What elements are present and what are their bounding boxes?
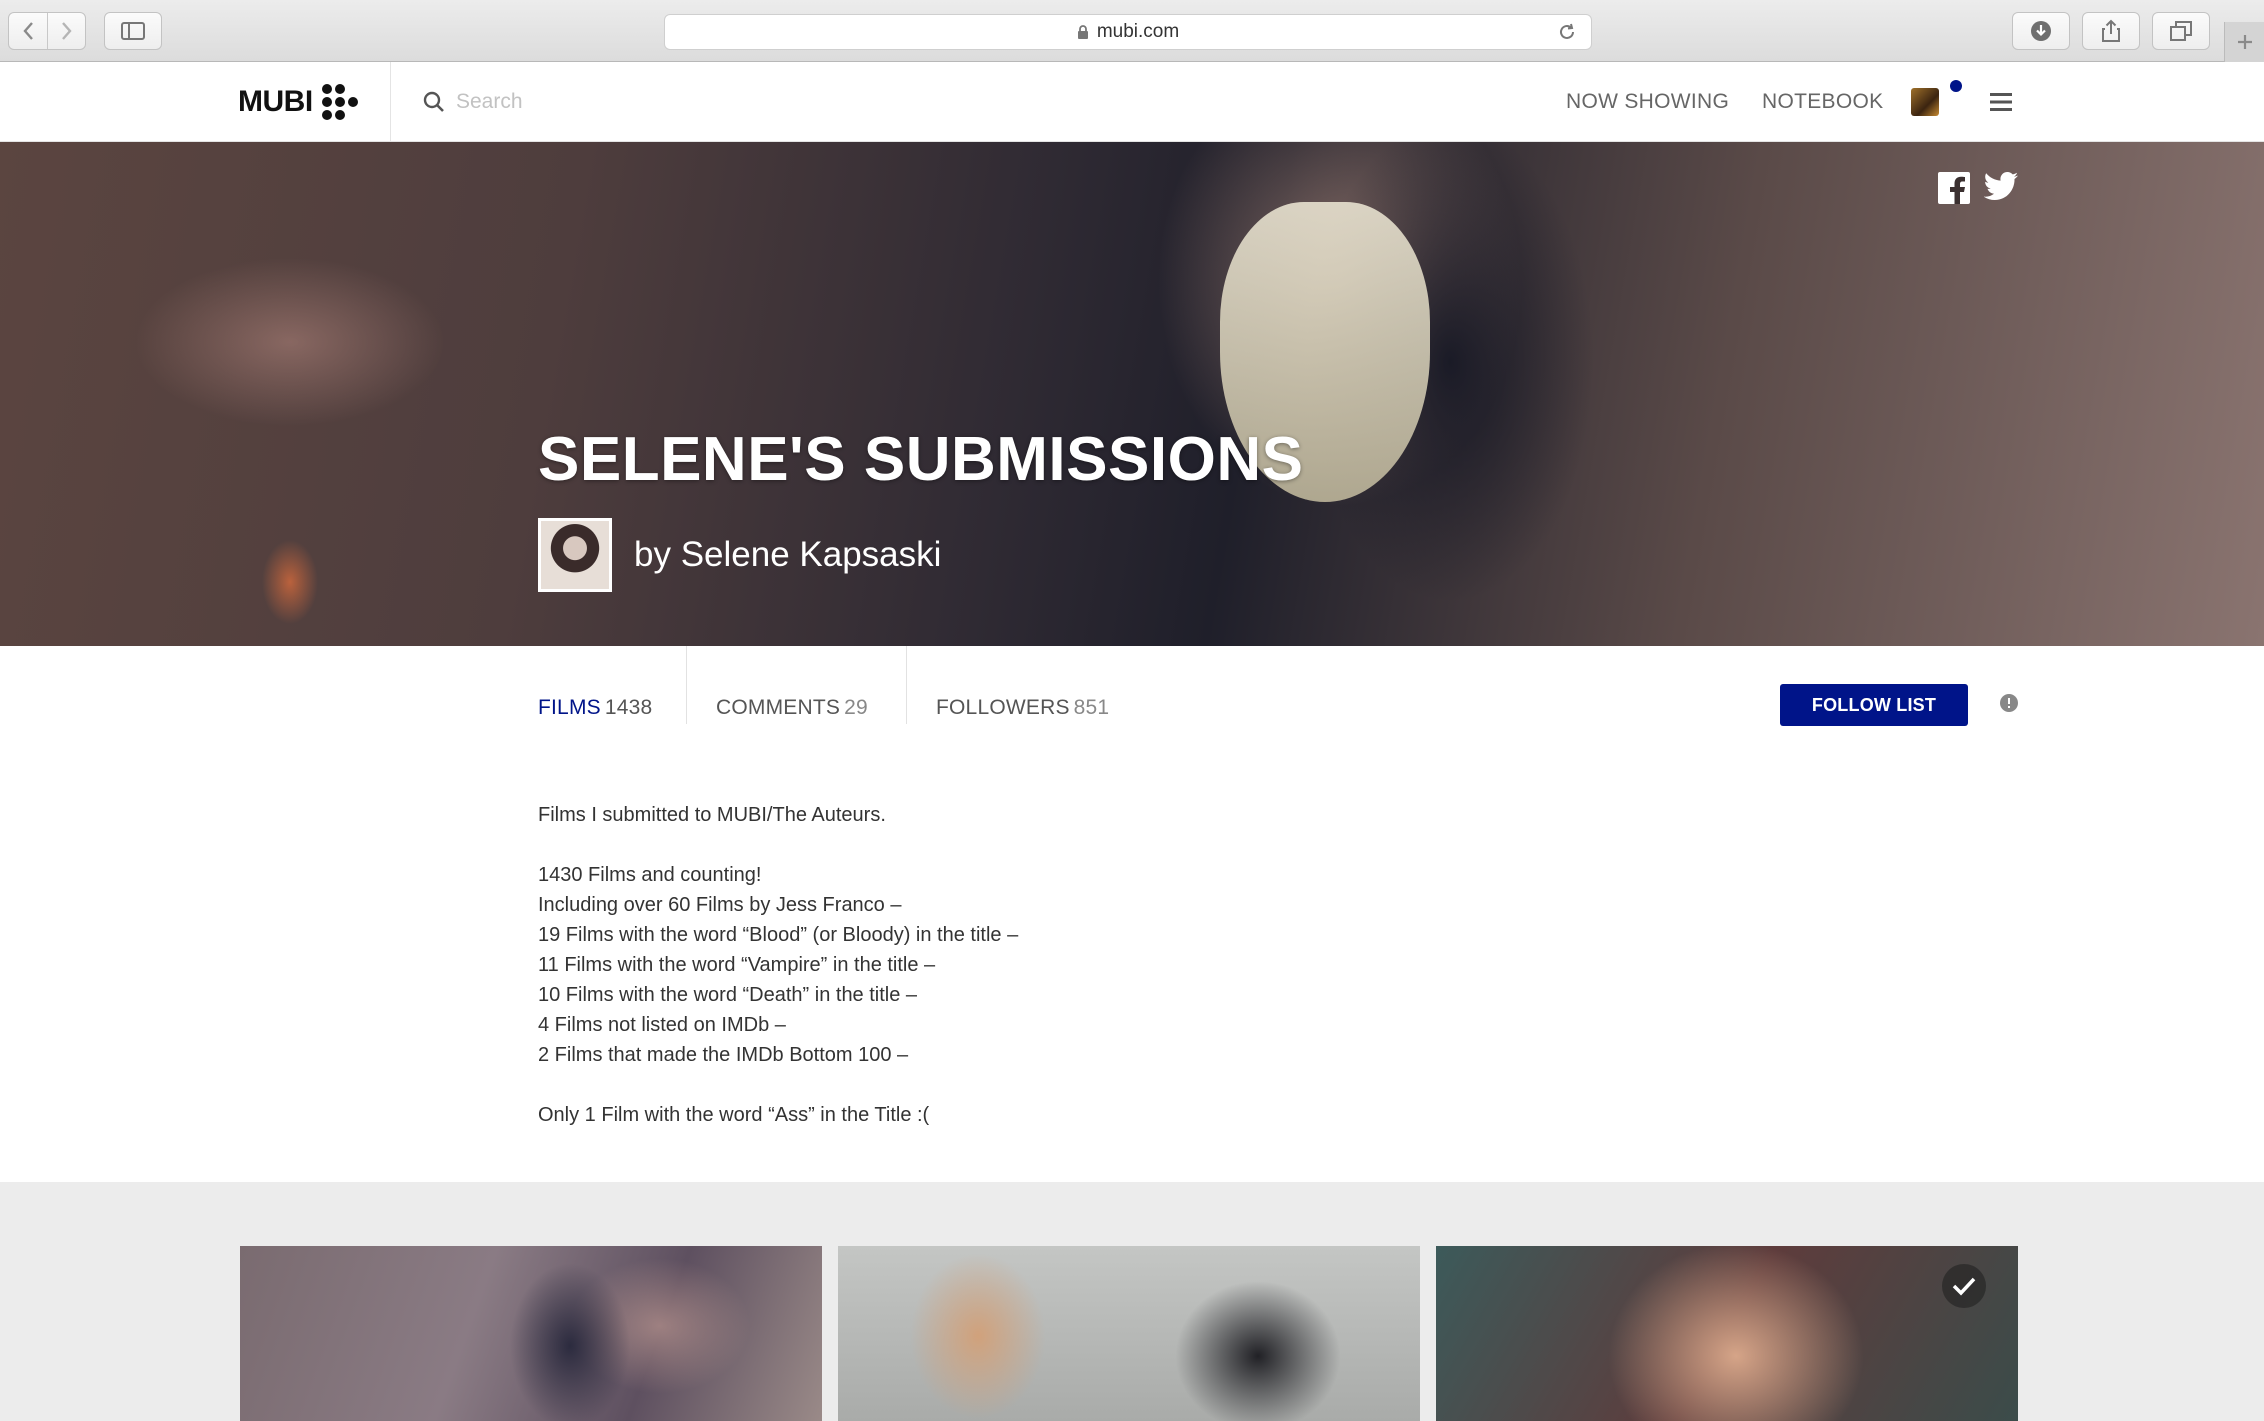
nav-now-showing[interactable]: NOW SHOWING	[1566, 90, 1729, 114]
search-icon	[423, 91, 444, 112]
downloads-button[interactable]	[2012, 12, 2070, 50]
tab-comments[interactable]: COMMENTS 29	[716, 696, 868, 720]
hero-image-figure	[1100, 142, 1800, 646]
list-title: SELENE'S SUBMISSIONS	[538, 425, 1304, 494]
back-button[interactable]	[9, 13, 47, 49]
tabs-icon	[2170, 21, 2192, 41]
author-avatar[interactable]	[538, 518, 612, 592]
checkmark-icon	[1952, 1277, 1976, 1296]
description-line: Only 1 Film with the word “Ass” in the T…	[538, 1104, 930, 1126]
description-line: Including over 60 Films by Jess Franco –	[538, 894, 902, 916]
share-icon	[2102, 19, 2120, 42]
reload-icon[interactable]	[1557, 22, 1577, 42]
new-tab-button[interactable]	[2224, 22, 2264, 62]
twitter-icon[interactable]	[1984, 172, 2018, 202]
search-input[interactable]	[456, 90, 856, 114]
search-box[interactable]	[422, 84, 922, 120]
film-card[interactable]	[240, 1246, 822, 1421]
tabs-overview-button[interactable]	[2152, 12, 2210, 50]
user-avatar[interactable]	[1911, 88, 1939, 116]
social-share-group	[1938, 172, 2018, 204]
chevron-left-icon	[23, 22, 33, 40]
site-header: MUBI NOW SHOWING NOTEBOOK	[0, 62, 2264, 142]
description-line: 2 Films that made the IMDb Bottom 100 –	[538, 1044, 909, 1066]
author-name[interactable]: by Selene Kapsaski	[634, 535, 941, 575]
plus-icon	[2237, 35, 2252, 49]
follow-list-button[interactable]: FOLLOW LIST	[1780, 684, 1968, 726]
film-card[interactable]	[1436, 1246, 2018, 1421]
sidebar-icon	[121, 22, 145, 40]
list-description: Films I submitted to MUBI/The Auteurs. 1…	[538, 800, 1538, 1130]
list-hero-banner: SELENE'S SUBMISSIONS by Selene Kapsaski	[0, 142, 2264, 646]
facebook-icon[interactable]	[1938, 172, 1970, 204]
list-author[interactable]: by Selene Kapsaski	[538, 518, 941, 592]
film-card[interactable]	[838, 1246, 1420, 1421]
tab-comments-label: COMMENTS	[716, 696, 841, 719]
chevron-right-icon	[61, 22, 72, 40]
hamburger-menu-icon[interactable]	[1990, 92, 2012, 112]
description-line: 1430 Films and counting!	[538, 864, 762, 886]
description-line: Films I submitted to MUBI/The Auteurs.	[538, 804, 886, 826]
tab-separator	[906, 646, 907, 724]
description-line: 19 Films with the word “Blood” (or Blood…	[538, 924, 1019, 946]
header-divider	[390, 62, 391, 142]
sidebar-toggle-button[interactable]	[104, 12, 162, 50]
browser-toolbar: mubi.com	[0, 0, 2264, 62]
description-line: 10 Films with the word “Death” in the ti…	[538, 984, 918, 1006]
url-text: mubi.com	[1096, 21, 1180, 42]
mubi-dots-icon	[321, 84, 358, 120]
tab-followers-count: 851	[1073, 696, 1110, 719]
download-icon	[2031, 21, 2051, 41]
description-line: 11 Films with the word “Vampire” in the …	[538, 954, 936, 976]
description-line: 4 Films not listed on IMDb –	[538, 1014, 786, 1036]
tab-separator	[686, 646, 687, 724]
tab-films[interactable]: FILMS 1438	[538, 696, 652, 720]
tab-films-label: FILMS	[538, 696, 601, 719]
lock-icon	[1077, 24, 1088, 39]
info-icon[interactable]	[2000, 694, 2018, 712]
back-forward-group	[8, 12, 86, 50]
films-grid	[0, 1182, 2264, 1421]
share-button[interactable]	[2082, 12, 2140, 50]
tab-comments-count: 29	[844, 696, 868, 719]
watched-check-badge[interactable]	[1942, 1264, 1986, 1308]
forward-button[interactable]	[47, 13, 85, 49]
tab-followers-label: FOLLOWERS	[936, 696, 1070, 719]
tab-followers[interactable]: FOLLOWERS 851	[936, 696, 1109, 720]
nav-notebook[interactable]: NOTEBOOK	[1762, 90, 1883, 114]
tab-films-count: 1438	[604, 696, 653, 719]
notification-dot	[1950, 80, 1962, 92]
logo-text: MUBI	[238, 85, 313, 118]
list-tabs: FILMS 1438 COMMENTS 29 FOLLOWERS 851 FOLLOW…	[0, 646, 2264, 770]
address-bar[interactable]: mubi.com	[664, 14, 1592, 50]
mubi-logo[interactable]: MUBI	[238, 80, 359, 124]
